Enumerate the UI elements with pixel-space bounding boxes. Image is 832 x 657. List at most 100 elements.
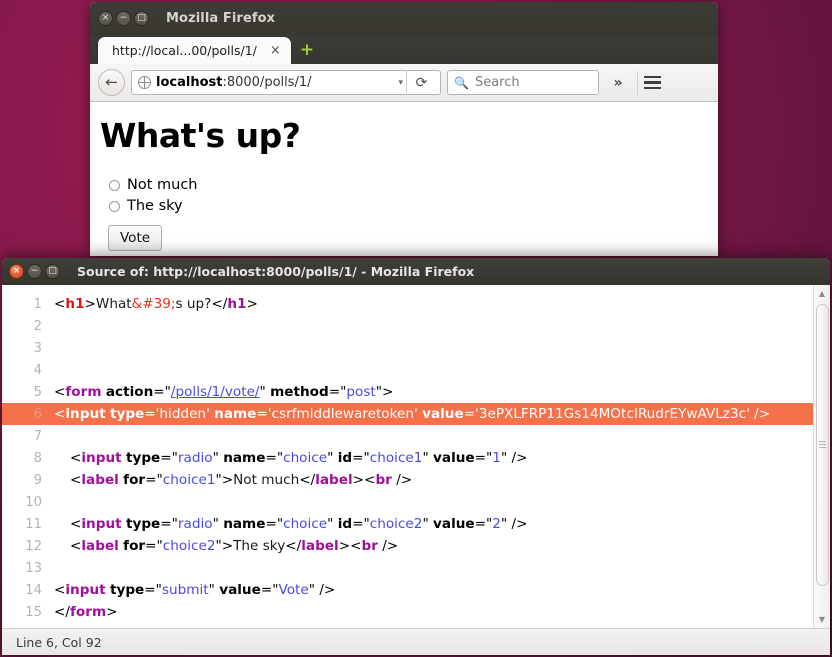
source-code-area[interactable]: 1 <h1>What&#39;s up?</h1> 2 3 4 5 <form action…	[2, 285, 813, 628]
search-placeholder: Search	[474, 75, 520, 90]
vote-submit-button[interactable]: Vote	[108, 225, 163, 251]
browser-navigation-toolbar: ← localhost:8000/polls/1/ ▾ ⟳ 🔍 Search »	[90, 64, 718, 102]
browser-window-title: Mozilla Firefox	[166, 11, 276, 26]
source-minimize-button[interactable]: −	[27, 264, 42, 279]
browser-close-button[interactable]: ×	[98, 11, 113, 26]
code-token: hidden	[159, 406, 207, 422]
source-line[interactable]: 9 <label for="choice1">Not much</label><b…	[2, 469, 813, 491]
code-token: method	[270, 384, 329, 400]
line-content: <input type="radio" name="choice" id="ch…	[50, 450, 528, 466]
source-vertical-scrollbar[interactable]: ▲ ▼	[813, 285, 830, 628]
code-token: label	[315, 472, 353, 488]
code-token: for	[123, 538, 146, 554]
code-token[interactable]: /polls/1/vote/	[171, 384, 260, 400]
code-token: />	[377, 538, 399, 554]
chevron-down-icon[interactable]: ▾	[395, 78, 406, 88]
overflow-chevron-icon[interactable]: »	[605, 75, 631, 91]
code-token: <	[54, 384, 66, 400]
browser-maximize-button[interactable]: □	[134, 11, 149, 26]
code-token: choice	[283, 450, 328, 466]
source-titlebar: × − □ Source of: http://localhost:8000/p…	[2, 258, 830, 285]
radio-choice1[interactable]	[109, 179, 120, 191]
code-token: type	[125, 450, 161, 466]
source-line[interactable]: 12 <label for="choice2">The sky</label><b…	[2, 535, 813, 557]
line-content: <h1>What&#39;s up?</h1>	[50, 296, 258, 312]
code-token: ="	[160, 450, 178, 466]
source-line[interactable]: 1 <h1>What&#39;s up?</h1>	[2, 293, 813, 315]
code-token: >	[84, 296, 96, 312]
source-line[interactable]: 8 <input type="radio" name="choice" id="c…	[2, 447, 813, 469]
code-token: />	[507, 450, 528, 466]
code-token: radio	[177, 450, 213, 466]
line-number: 3	[33, 340, 42, 356]
tab-close-icon[interactable]: ×	[269, 44, 282, 57]
source-line[interactable]: 3	[2, 337, 813, 359]
source-maximize-button[interactable]: □	[45, 264, 60, 279]
source-line-highlighted[interactable]: 6 <input type='hidden' name='csrfmiddlewa…	[2, 403, 813, 425]
source-line[interactable]: 4	[2, 359, 813, 381]
poll-choice-label[interactable]: The sky	[127, 198, 183, 214]
poll-choice-row[interactable]: Not much	[100, 177, 718, 193]
code-token: s up?	[175, 296, 212, 312]
radio-choice2[interactable]	[109, 200, 120, 212]
poll-choice-label[interactable]: Not much	[127, 177, 198, 193]
source-line[interactable]: 10	[2, 491, 813, 513]
line-number: 5	[33, 384, 42, 400]
hamburger-menu-icon[interactable]	[637, 70, 663, 95]
url-bar[interactable]: localhost:8000/polls/1/ ▾ ⟳	[131, 70, 441, 95]
code-token: Vote	[278, 582, 309, 598]
scroll-up-arrow-icon[interactable]: ▲	[816, 287, 829, 300]
poll-choice-row[interactable]: The sky	[100, 198, 718, 214]
code-token: <	[350, 538, 362, 554]
browser-minimize-button[interactable]: −	[116, 11, 131, 26]
new-tab-icon[interactable]: +	[300, 42, 314, 59]
back-button-icon[interactable]: ←	[98, 69, 125, 96]
code-token: ='	[144, 406, 160, 422]
url-text: localhost:8000/polls/1/	[156, 75, 395, 90]
scrollbar-track[interactable]	[815, 300, 829, 613]
source-status-bar: Line 6, Col 92	[2, 628, 830, 655]
source-line[interactable]: 2	[2, 315, 813, 337]
code-token: for	[123, 472, 146, 488]
line-content: <label for="choice2">The sky</label><br …	[50, 538, 398, 554]
scroll-down-arrow-icon[interactable]: ▼	[816, 613, 829, 626]
code-token: ="	[144, 582, 162, 598]
code-token: ='	[463, 406, 479, 422]
code-token: type	[109, 406, 145, 422]
code-token: choice1	[162, 472, 216, 488]
source-line[interactable]: 5 <form action="/polls/1/vote/" method="p…	[2, 381, 813, 403]
source-line[interactable]: 14 <input type="submit" value="Vote" />	[2, 579, 813, 601]
line-content: <input type="radio" name="choice" id="ch…	[50, 516, 528, 532]
reload-icon[interactable]: ⟳	[406, 70, 436, 95]
source-line[interactable]: 7	[2, 425, 813, 447]
code-token: What	[95, 296, 132, 312]
scrollbar-thumb[interactable]	[815, 304, 829, 586]
source-line[interactable]: 11 <input type="radio" name="choice" id="…	[2, 513, 813, 535]
source-close-button[interactable]: ×	[9, 264, 24, 279]
code-token: </	[285, 538, 302, 554]
code-token: name	[223, 516, 266, 532]
line-content: <form action="/polls/1/vote/" method="po…	[50, 384, 393, 400]
code-token: ="	[265, 516, 284, 532]
code-token: ="	[265, 450, 284, 466]
code-token: >	[338, 538, 351, 554]
code-token: form	[65, 384, 102, 400]
code-token: label	[81, 472, 119, 488]
search-input[interactable]: 🔍 Search	[447, 70, 599, 95]
source-line[interactable]: 16	[2, 623, 813, 629]
line-content: <label for="choice1">Not much</label><br…	[50, 472, 412, 488]
firefox-browser-window: × − □ Mozilla Firefox http://local...00/…	[90, 2, 718, 256]
code-token: post	[346, 384, 376, 400]
source-line[interactable]: 13	[2, 557, 813, 579]
page-content: What's up? Not much The sky Vote	[90, 102, 718, 256]
browser-tab-polls[interactable]: http://local...00/polls/1/ ×	[98, 37, 291, 64]
code-token: ="	[352, 450, 370, 466]
code-token: id	[337, 516, 353, 532]
code-token: <	[54, 296, 66, 312]
source-line[interactable]: 15 </form>	[2, 601, 813, 623]
code-token: <	[70, 516, 82, 532]
code-token: <	[54, 582, 66, 598]
code-token: </	[211, 296, 228, 312]
code-token: <	[70, 538, 82, 554]
code-token: choice2	[162, 538, 216, 554]
